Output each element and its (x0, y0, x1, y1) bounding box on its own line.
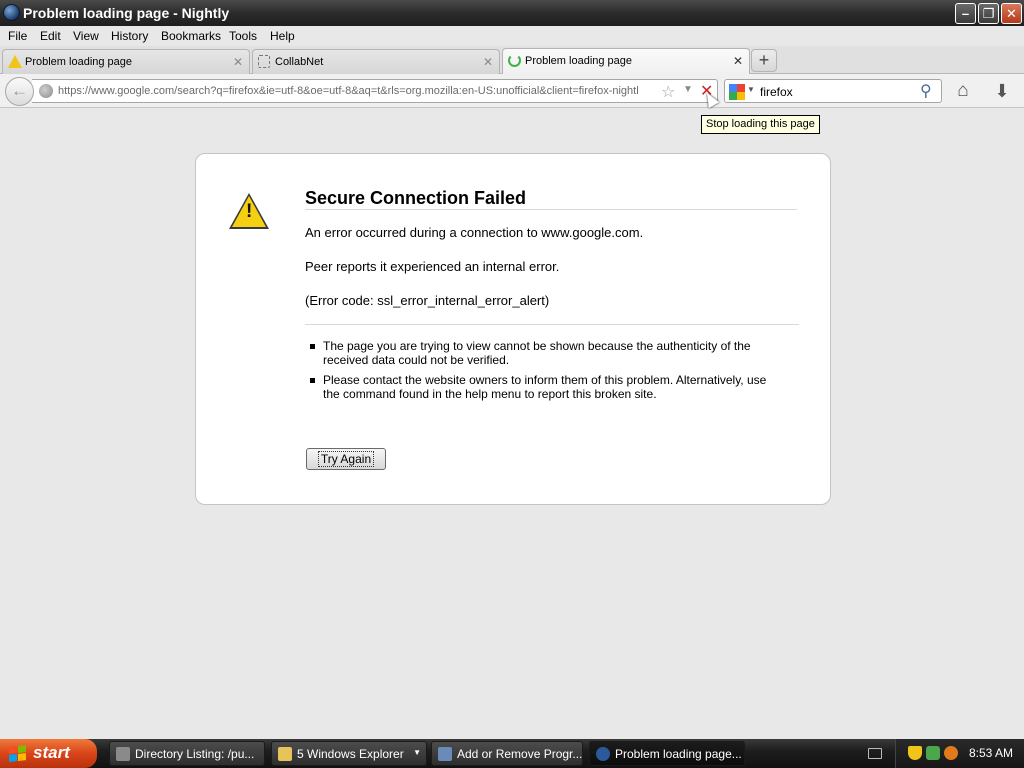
taskbar-item-add-remove-programs[interactable]: Add or Remove Progr... (431, 741, 583, 766)
google-icon[interactable] (729, 84, 745, 100)
loading-spinner-icon (508, 54, 522, 68)
menu-history[interactable]: History (111, 29, 148, 43)
programs-icon (438, 747, 452, 761)
nightly-app-icon (3, 4, 20, 21)
tab-close-icon[interactable]: ✕ (483, 55, 493, 69)
task-label: Problem loading page... (615, 747, 742, 761)
menu-edit[interactable]: Edit (40, 29, 61, 43)
taskbar-item-directory-listing[interactable]: Directory Listing: /pu... (109, 741, 265, 766)
url-text[interactable]: https://www.google.com/search?q=firefox&… (58, 85, 654, 97)
nightly-app-icon (596, 747, 610, 761)
try-again-label: Try Again (317, 451, 375, 467)
gear-icon (116, 747, 130, 761)
engine-dropdown-icon[interactable]: ▼ (747, 85, 755, 94)
minimize-button[interactable]: – (955, 3, 976, 24)
history-dropdown-icon[interactable]: ▼ (683, 84, 693, 95)
tab-close-icon[interactable]: ✕ (233, 55, 243, 69)
keyboard-icon[interactable] (868, 748, 882, 759)
search-bar[interactable]: ▼ firefox ⚲ (724, 79, 942, 103)
back-button[interactable]: ← (5, 77, 34, 106)
url-bar[interactable]: https://www.google.com/search?q=firefox&… (32, 79, 718, 103)
error-card: ! Secure Connection Failed An error occu… (195, 153, 831, 505)
menu-help[interactable]: Help (270, 29, 295, 43)
taskbar-item-windows-explorer[interactable]: 5 Windows Explorer ▼ (271, 741, 427, 766)
start-label: start (33, 743, 70, 762)
tab-problem-loading-active[interactable]: Problem loading page ✕ (502, 48, 750, 74)
tab-label: CollabNet (275, 56, 324, 68)
clock: 8:53 AM (969, 746, 1014, 760)
task-label: Directory Listing: /pu... (135, 747, 255, 761)
start-button[interactable]: start (0, 739, 97, 768)
site-identity-icon[interactable] (39, 84, 53, 98)
maximize-button[interactable]: ❐ (978, 3, 999, 24)
close-button[interactable]: ✕ (1001, 3, 1022, 24)
taskbar-item-nightly[interactable]: Problem loading page... (589, 741, 745, 766)
tab-label: Problem loading page (25, 56, 133, 68)
back-arrow-icon: ← (11, 81, 28, 100)
tab-problem-loading-1[interactable]: Problem loading page ✕ (2, 49, 250, 74)
tab-collabnet[interactable]: CollabNet ✕ (252, 49, 500, 74)
warning-icon: ! (229, 193, 269, 229)
search-icon[interactable] (944, 746, 958, 760)
task-label: Add or Remove Progr... (457, 747, 583, 761)
error-title: Secure Connection Failed (305, 188, 527, 208)
stop-tooltip: Stop loading this page (701, 115, 820, 134)
blank-page-icon (258, 55, 272, 69)
window-title: Problem loading page - Nightly (23, 5, 230, 21)
new-tab-button[interactable]: + (751, 49, 777, 72)
menu-file[interactable]: File (8, 29, 27, 43)
list-item: The page you are trying to view cannot b… (310, 339, 770, 367)
network-icon[interactable] (926, 746, 940, 760)
tab-close-icon[interactable]: ✕ (733, 54, 743, 68)
shield-icon[interactable] (908, 746, 922, 760)
menu-tools[interactable]: Tools (229, 29, 257, 43)
error-detail: Peer reports it experienced an internal … (305, 259, 560, 274)
menu-view[interactable]: View (73, 29, 99, 43)
title-bar: Problem loading page - Nightly – ❐ ✕ (0, 0, 1024, 26)
content-divider (305, 324, 799, 325)
search-input[interactable]: firefox (760, 85, 793, 99)
group-arrow-icon: ▼ (413, 748, 421, 757)
try-again-button[interactable]: Try Again (306, 448, 386, 470)
list-item: Please contact the website owners to inf… (310, 373, 770, 401)
download-arrow-icon[interactable]: ⬇ (991, 80, 1013, 102)
navigation-bar: https://www.google.com/search?q=firefox&… (0, 74, 1024, 108)
error-description: An error occurred during a connection to… (305, 225, 644, 240)
taskbar: start Directory Listing: /pu... 5 Window… (0, 739, 1024, 768)
menu-bookmarks[interactable]: Bookmarks (161, 29, 221, 43)
title-divider (305, 209, 797, 210)
page-content: ! Secure Connection Failed An error occu… (0, 108, 1024, 739)
folder-icon (278, 747, 292, 761)
error-help-list: The page you are trying to view cannot b… (310, 339, 770, 407)
error-code: (Error code: ssl_error_internal_error_al… (305, 293, 550, 308)
magnifier-icon[interactable]: ⚲ (920, 81, 932, 101)
tab-label: Problem loading page (525, 55, 633, 67)
system-tray: 8:53 AM (895, 739, 1024, 768)
warning-icon (8, 55, 22, 69)
windows-logo-icon (9, 745, 26, 762)
task-label: 5 Windows Explorer (297, 747, 404, 761)
home-icon[interactable]: ⌂ (952, 80, 974, 102)
bookmark-star-icon[interactable]: ☆ (661, 82, 675, 102)
menu-bar: File Edit View History Bookmarks Tools H… (0, 26, 1024, 46)
